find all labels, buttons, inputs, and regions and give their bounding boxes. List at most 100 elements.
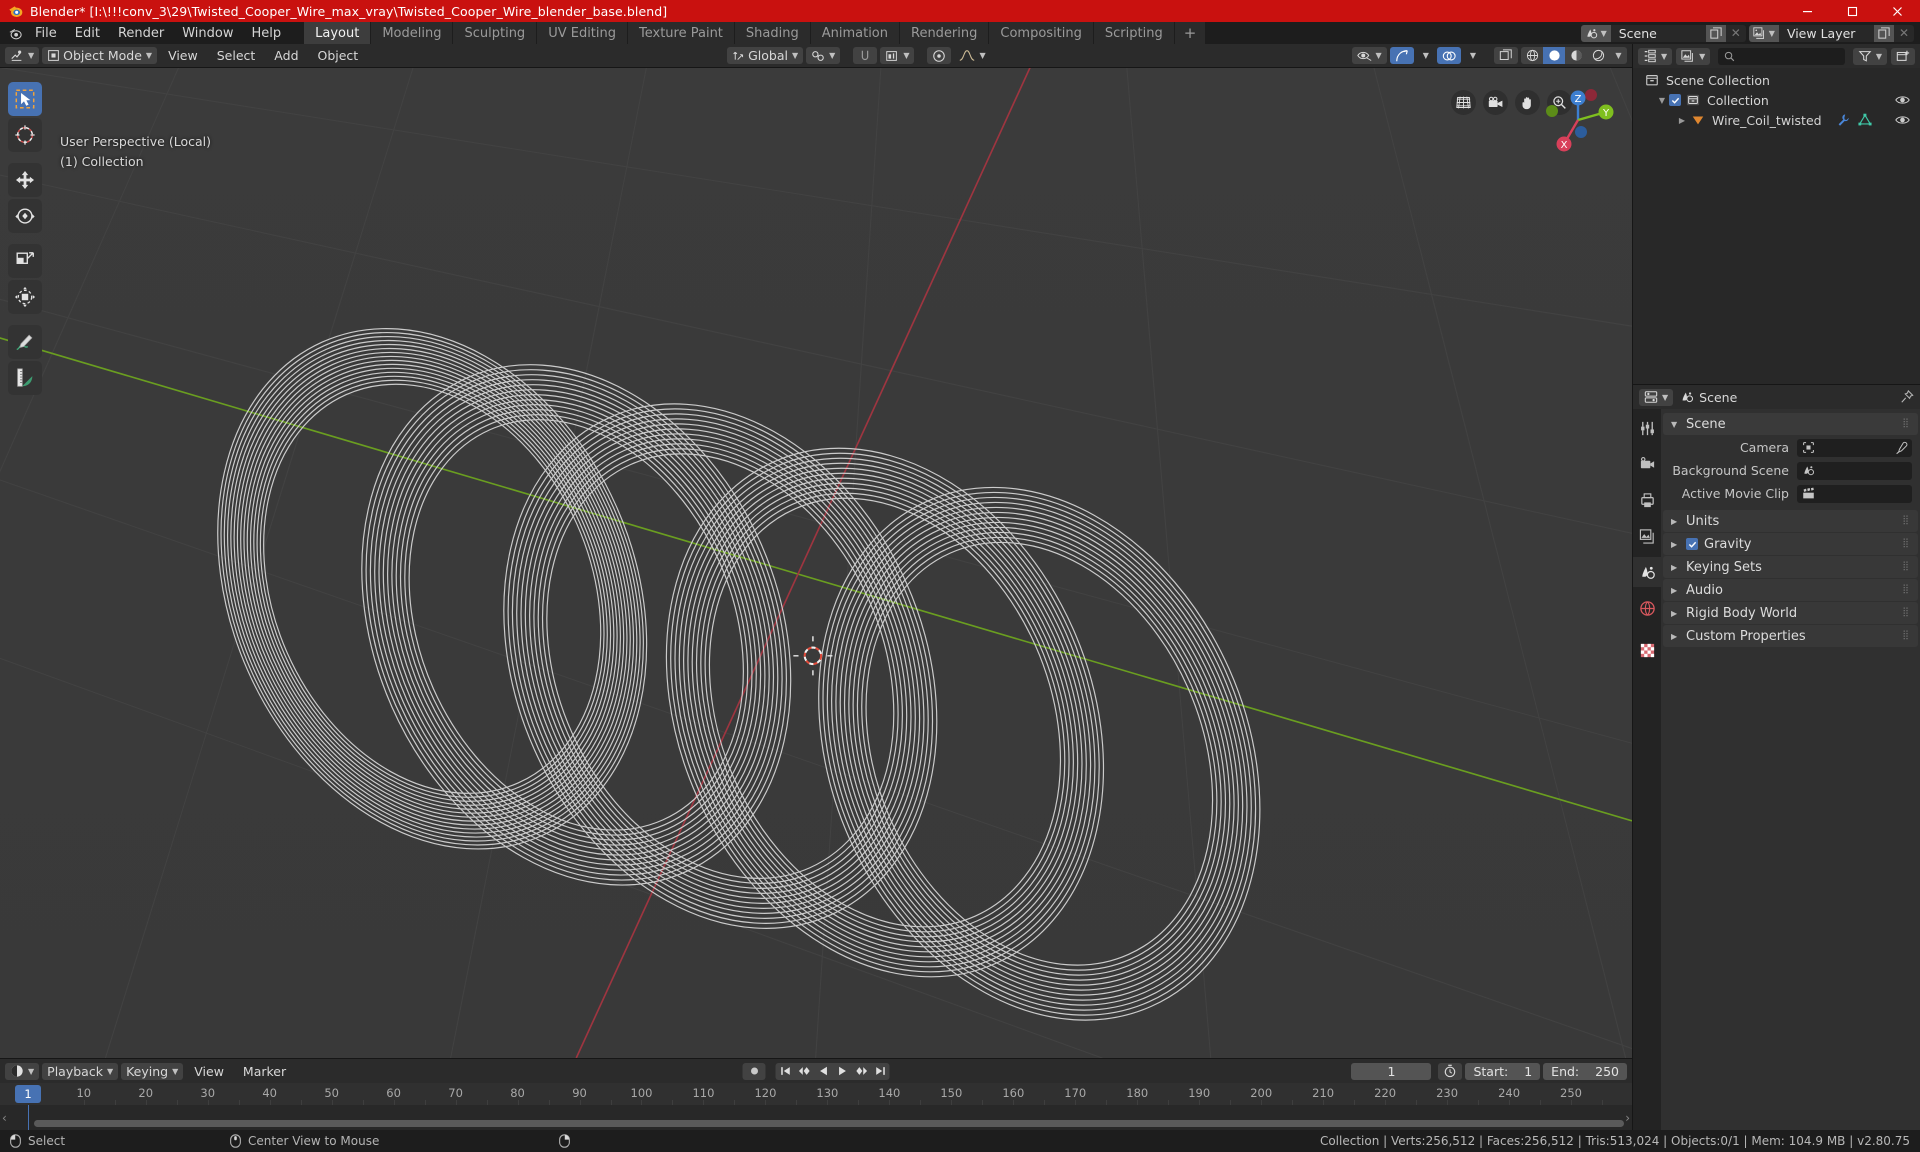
- menu-window[interactable]: Window: [173, 22, 242, 44]
- tab-scripting[interactable]: Scripting: [1093, 22, 1174, 44]
- timeline-scroll-left-icon[interactable]: ‹: [2, 1111, 7, 1125]
- minimize-button[interactable]: [1785, 0, 1830, 22]
- panel-gravity[interactable]: ▶ Gravity ⣿: [1663, 533, 1918, 555]
- scene-unlink-button[interactable]: ✕: [1725, 24, 1746, 42]
- tab-world[interactable]: [1633, 593, 1661, 623]
- snap-toggle-button[interactable]: [853, 47, 878, 64]
- tab-tool[interactable]: [1633, 413, 1661, 443]
- overlays-toggle-button[interactable]: [1436, 47, 1461, 64]
- view-layer-icon[interactable]: ▼: [1748, 24, 1779, 42]
- timeline-menu-keying[interactable]: Keying ▼: [121, 1062, 184, 1080]
- annotate-tool[interactable]: [8, 325, 42, 359]
- transform-tool[interactable]: [8, 280, 42, 314]
- collection-checkbox[interactable]: [1669, 94, 1681, 106]
- menu-help[interactable]: Help: [243, 22, 291, 44]
- eyedropper-icon[interactable]: [1895, 441, 1908, 454]
- eye-visibility-icon[interactable]: [1895, 94, 1910, 106]
- outliner-editor-type-selector[interactable]: ▼: [1638, 47, 1673, 65]
- tab-scene[interactable]: [1633, 557, 1661, 587]
- close-button[interactable]: [1875, 0, 1920, 22]
- viewport-menu-object[interactable]: Object: [310, 47, 367, 64]
- tab-layout[interactable]: Layout: [304, 22, 371, 44]
- use-preview-range-button[interactable]: [1438, 1062, 1463, 1080]
- panel-scene-header[interactable]: ▼ Scene ⣿: [1663, 413, 1918, 435]
- viewport-menu-view[interactable]: View: [160, 47, 206, 64]
- object-mode-selector[interactable]: Object Mode ▼: [42, 47, 158, 64]
- snap-target-selector[interactable]: ▼: [806, 47, 841, 64]
- shading-options-button[interactable]: ▼: [1609, 47, 1627, 64]
- frame-start-field[interactable]: Start: 1: [1465, 1062, 1541, 1080]
- outliner-filter-button[interactable]: ▼: [1852, 47, 1887, 65]
- proportional-editing-selector[interactable]: ▼: [880, 47, 915, 64]
- next-keyframe-button[interactable]: [852, 1063, 871, 1080]
- move-tool[interactable]: [8, 163, 42, 197]
- scene-selector[interactable]: ▼ Scene ✕: [1580, 24, 1746, 42]
- properties-editor-type-selector[interactable]: ▼: [1639, 388, 1674, 406]
- timeline-playhead[interactable]: 1: [15, 1085, 41, 1103]
- menu-file[interactable]: File: [26, 22, 66, 44]
- panel-keying-sets[interactable]: ▶ Keying Sets ⣿: [1663, 556, 1918, 578]
- menu-render[interactable]: Render: [109, 22, 173, 44]
- timeline-scroll-right-icon[interactable]: ›: [1625, 1111, 1630, 1125]
- disclosure-triangle-down-icon[interactable]: ▼: [1655, 96, 1669, 105]
- menu-edit[interactable]: Edit: [66, 22, 109, 44]
- gizmo-toggle-button[interactable]: [1389, 47, 1414, 64]
- panel-rigid-body-world[interactable]: ▶ Rigid Body World ⣿: [1663, 602, 1918, 624]
- panel-units[interactable]: ▶ Units ⣿: [1663, 510, 1918, 532]
- tab-shading[interactable]: Shading: [734, 22, 810, 44]
- jump-to-end-button[interactable]: [871, 1063, 890, 1080]
- outliner-row-scene-collection[interactable]: Scene Collection: [1633, 70, 1920, 90]
- viewport-menu-select[interactable]: Select: [209, 47, 264, 64]
- outliner-display-mode-selector[interactable]: ▼: [1676, 47, 1711, 65]
- add-workspace-button[interactable]: +: [1174, 22, 1206, 44]
- current-frame-field[interactable]: 1: [1351, 1062, 1432, 1080]
- outliner-row-wire-coil-twisted[interactable]: ▶ Wire_Coil_twisted: [1633, 110, 1920, 130]
- modifier-wrench-icon[interactable]: [1836, 113, 1850, 127]
- select-box-tool[interactable]: [8, 82, 42, 116]
- view-layer-name-field[interactable]: View Layer: [1778, 24, 1874, 42]
- scene-new-button[interactable]: [1705, 24, 1726, 42]
- timeline-menu-view[interactable]: View: [186, 1063, 232, 1080]
- play-reverse-button[interactable]: [814, 1063, 833, 1080]
- timeline-ruler[interactable]: 10 20 30 40 50 60 70 80 90 100 110 120 130 140 150 160 1…: [0, 1083, 1632, 1105]
- transform-orientation-selector[interactable]: Global ▼: [727, 47, 804, 64]
- view-layer-selector[interactable]: ▼ View Layer ✕: [1748, 24, 1914, 42]
- tab-sculpting[interactable]: Sculpting: [453, 22, 537, 44]
- gravity-checkbox[interactable]: [1686, 538, 1698, 550]
- eye-visibility-icon[interactable]: [1895, 114, 1910, 126]
- timeline-track-area[interactable]: ‹ ›: [0, 1105, 1632, 1130]
- blender-menu-icon[interactable]: [4, 22, 26, 44]
- shading-material-preview-button[interactable]: [1565, 47, 1587, 64]
- frame-end-field[interactable]: End: 250: [1543, 1062, 1627, 1080]
- overlays-options-button[interactable]: ▼: [1464, 47, 1481, 64]
- auto-keying-button[interactable]: [742, 1062, 766, 1080]
- viewport-3d[interactable]: User Perspective (Local) (1) Collection: [0, 68, 1632, 1058]
- outliner-search-input[interactable]: [1718, 47, 1845, 65]
- xray-toggle-button[interactable]: [1494, 47, 1518, 64]
- tab-output[interactable]: [1633, 485, 1661, 515]
- background-scene-field[interactable]: [1797, 461, 1912, 480]
- tab-texture-paint[interactable]: Texture Paint: [628, 22, 734, 44]
- camera-field[interactable]: [1797, 438, 1912, 457]
- previous-keyframe-button[interactable]: [795, 1063, 814, 1080]
- camera-view-icon[interactable]: [1483, 90, 1508, 115]
- view-layer-new-button[interactable]: [1873, 24, 1894, 42]
- maximize-button[interactable]: [1830, 0, 1875, 22]
- view-layer-remove-button[interactable]: ✕: [1893, 24, 1914, 42]
- rotate-tool[interactable]: [8, 199, 42, 233]
- panel-audio[interactable]: ▶ Audio ⣿: [1663, 579, 1918, 601]
- grid-toggle-icon[interactable]: [1451, 90, 1476, 115]
- tab-render[interactable]: [1633, 449, 1661, 479]
- timeline-menu-playback[interactable]: Playback ▼: [42, 1062, 119, 1080]
- visibility-selector[interactable]: ▼: [1351, 47, 1387, 64]
- editor-type-selector[interactable]: ▼: [5, 47, 40, 64]
- tab-uv-editing[interactable]: UV Editing: [537, 22, 628, 44]
- tab-view-layer[interactable]: [1633, 521, 1661, 551]
- panel-custom-properties[interactable]: ▶ Custom Properties ⣿: [1663, 625, 1918, 647]
- gizmo-options-button[interactable]: ▼: [1417, 47, 1434, 64]
- navigation-gizmo[interactable]: Z Y X: [1536, 78, 1620, 162]
- pin-id-button[interactable]: [1900, 390, 1914, 404]
- viewport-menu-add[interactable]: Add: [266, 47, 306, 64]
- tab-texture[interactable]: [1633, 635, 1661, 665]
- falloff-curve-selector[interactable]: ▼: [954, 47, 990, 64]
